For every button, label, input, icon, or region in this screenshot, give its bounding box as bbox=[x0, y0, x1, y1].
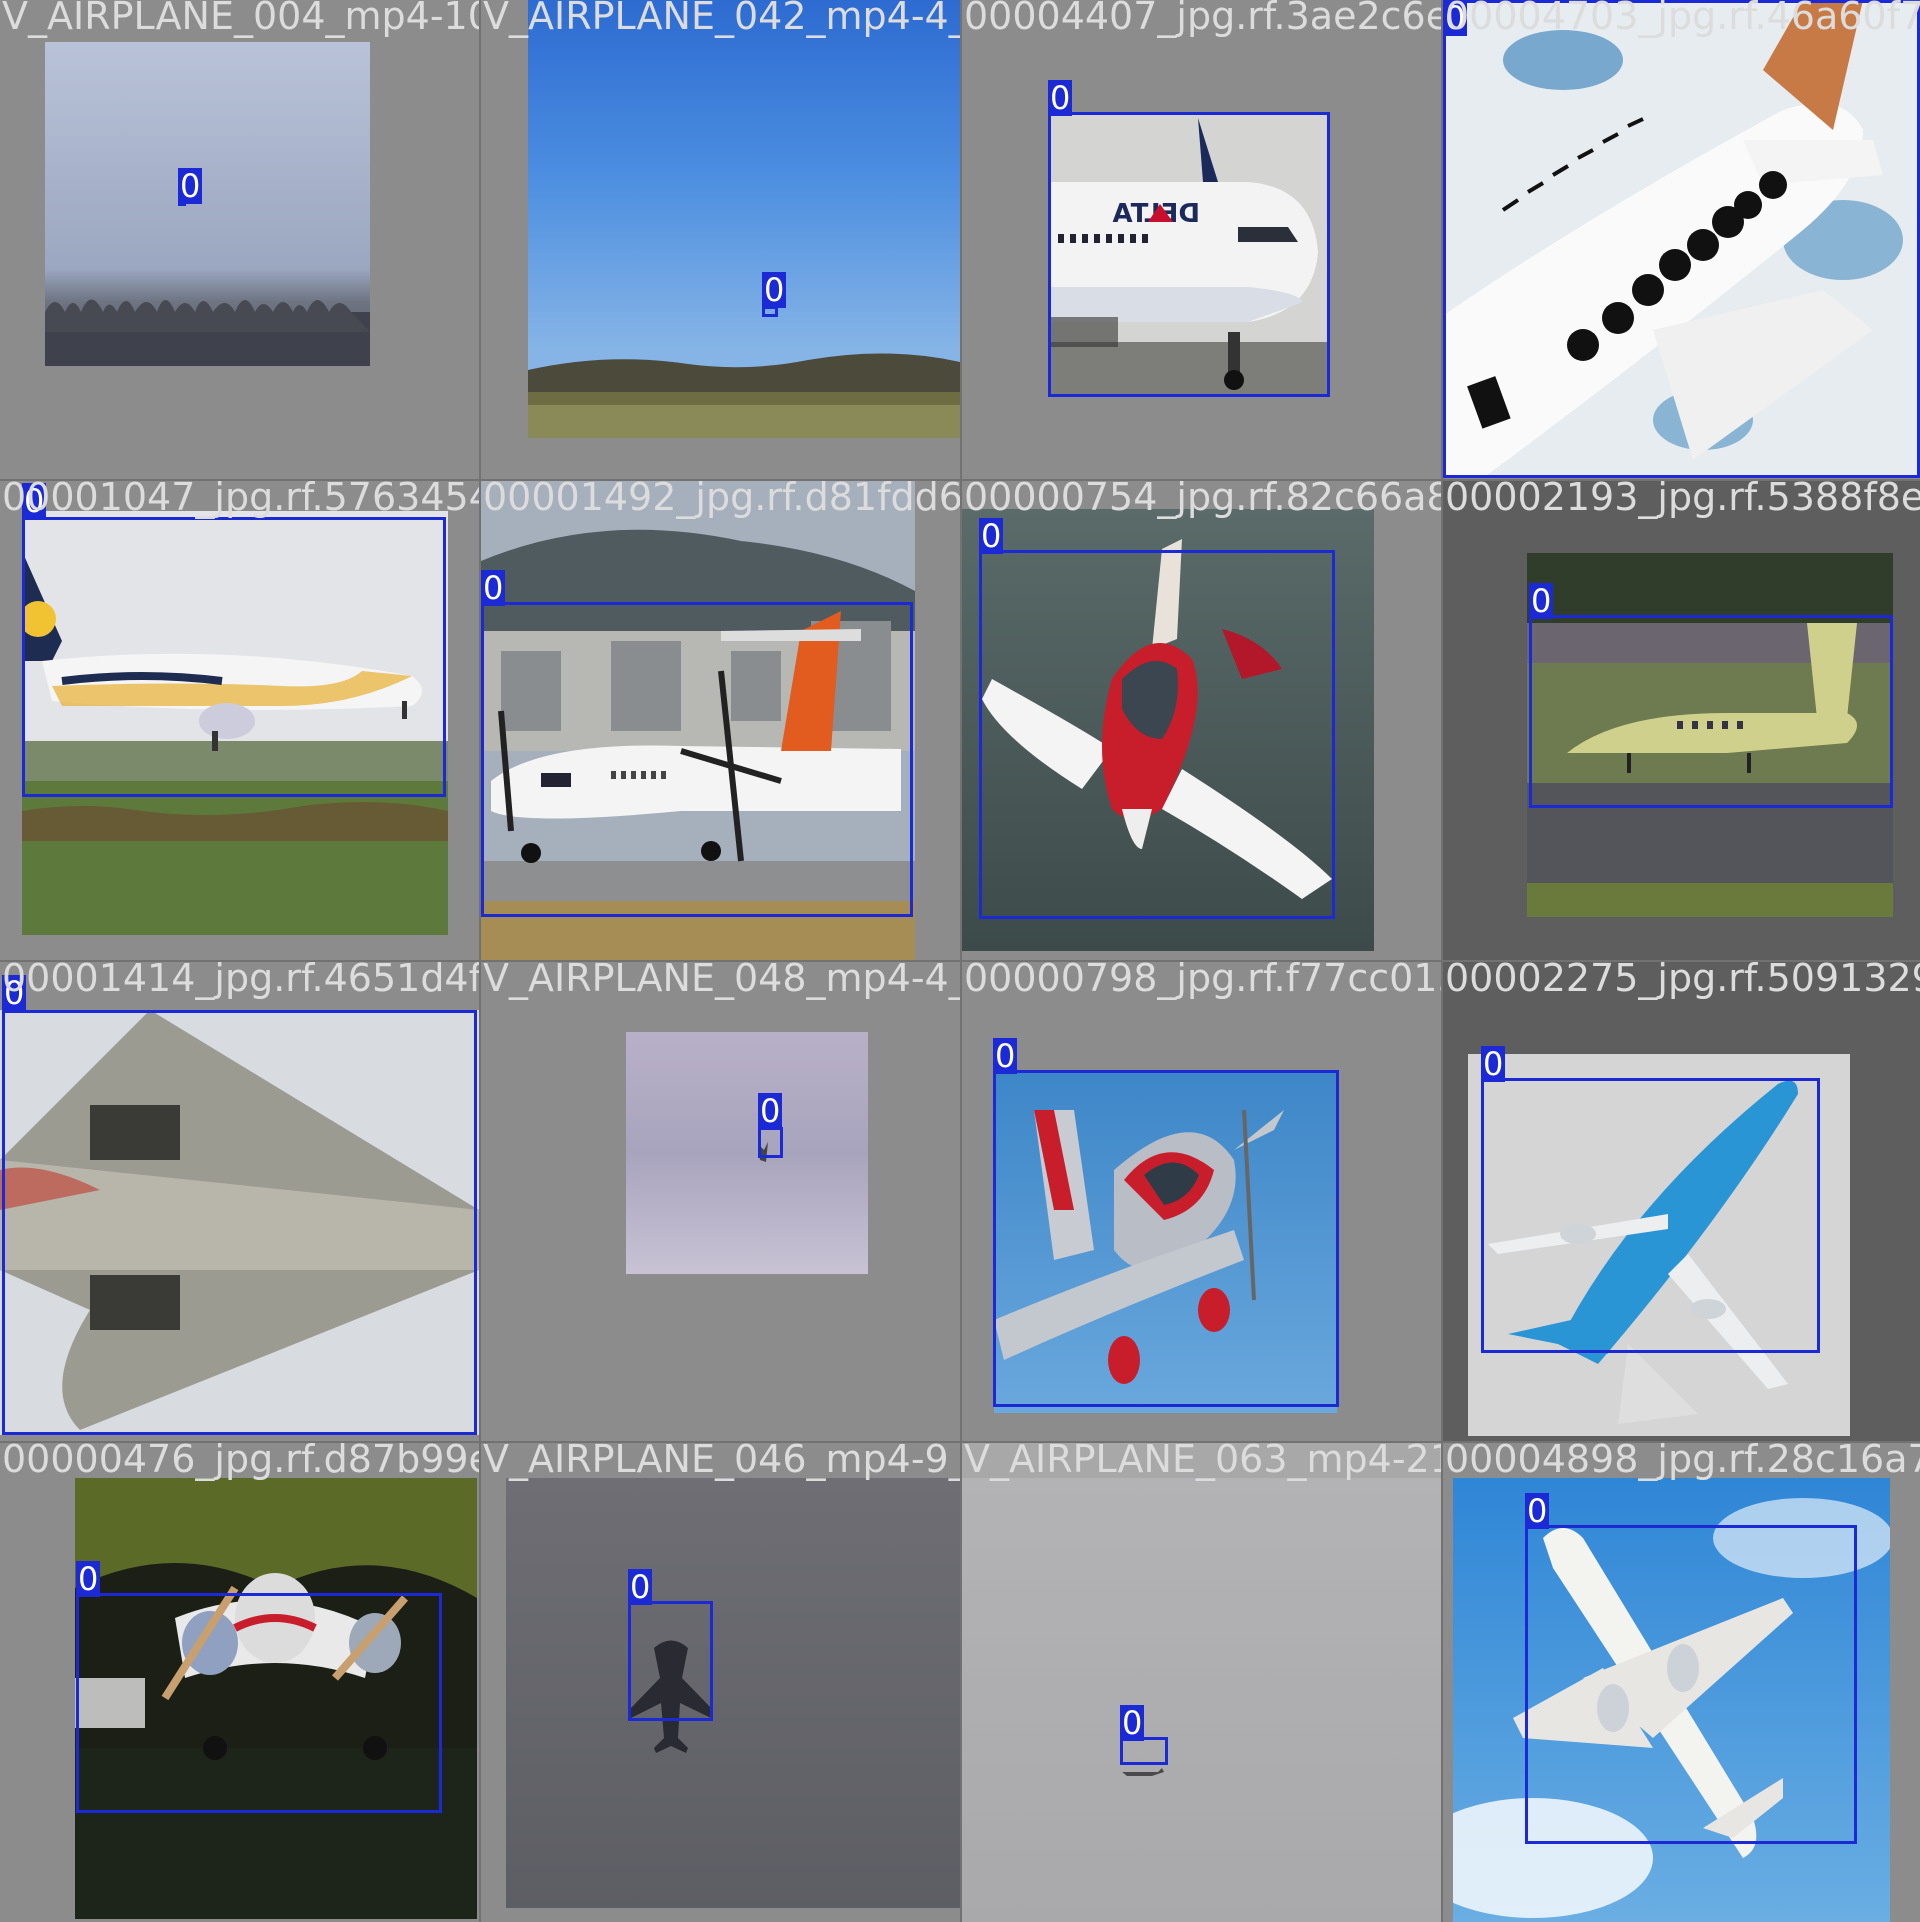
filename-label: V_AIRPLANE_042_mp4-4_jpg.rf.2440cf3aef24 bbox=[483, 0, 960, 38]
tile-6: 0 00001492_jpg.rf.d81fdd61a5f bbox=[481, 481, 960, 960]
detection-box bbox=[22, 517, 446, 797]
tile-2: 0 V_AIRPLANE_042_mp4-4_jpg.rf.2440cf3aef… bbox=[481, 0, 960, 479]
class-label: 0 bbox=[993, 1037, 1018, 1075]
tile-8: 0 00002193_jpg.rf.5388f8e403b bbox=[1443, 481, 1920, 960]
tile-13: 0 00000476_jpg.rf.d87b99e66f bbox=[0, 1443, 479, 1922]
tile-14: 0 V_AIRPLANE_046_mp4-9_jpg.rf.6fe1e37a bbox=[481, 1443, 960, 1922]
class-label: 0 bbox=[178, 167, 203, 205]
detection-box bbox=[76, 1593, 442, 1813]
detection-box bbox=[481, 602, 913, 917]
class-label: 0 bbox=[1525, 1492, 1550, 1530]
detection-box bbox=[993, 1070, 1339, 1407]
filename-label: 00001414_jpg.rf.4651d4f073 bbox=[2, 962, 479, 1000]
filename-label: 00000798_jpg.rf.f77cc015e bbox=[964, 962, 1441, 1000]
detection-box bbox=[1481, 1078, 1820, 1353]
tile-1: 0 V_AIRPLANE_004_mp4-10_jpg.rf.52d3e4266… bbox=[0, 0, 479, 479]
detection-box bbox=[628, 1601, 713, 1721]
filename-label: V_AIRPLANE_046_mp4-9_jpg.rf.6fe1e37a bbox=[483, 1443, 960, 1481]
class-label: 0 bbox=[1529, 582, 1554, 620]
filename-label: 00001047_jpg.rf.5763454e97 bbox=[2, 481, 479, 519]
class-label: 0 bbox=[758, 1092, 783, 1130]
detection-box bbox=[1443, 0, 1920, 478]
tile-4: 0 00004703_jpg.rf.46a60f7cf2e6 bbox=[1443, 0, 1920, 479]
tile-16: 0 00004898_jpg.rf.28c16a7c698 bbox=[1443, 1443, 1920, 1922]
sky-photo bbox=[962, 1478, 1441, 1922]
class-label: 0 bbox=[628, 1568, 653, 1606]
tile-15: 0 V_AIRPLANE_063_mp4-21_jpg.rf.d9f6edecc bbox=[962, 1443, 1441, 1922]
detection-box bbox=[1529, 615, 1893, 808]
filename-label: V_AIRPLANE_004_mp4-10_jpg.rf.52d3e42660 bbox=[2, 0, 479, 38]
detection-box bbox=[979, 550, 1335, 919]
tile-11: 0 00000798_jpg.rf.f77cc015e bbox=[962, 962, 1441, 1441]
class-label: 0 bbox=[1048, 79, 1073, 117]
sky-photo bbox=[528, 0, 960, 438]
class-label: 0 bbox=[979, 517, 1004, 555]
filename-label: 00002275_jpg.rf.50913298155 bbox=[1445, 962, 1920, 1000]
filename-label: 00004407_jpg.rf.3ae2c6eb2c0b0 bbox=[964, 0, 1441, 38]
filename-label: 00001492_jpg.rf.d81fdd61a5f bbox=[483, 481, 960, 519]
tile-5: 0 00001047_jpg.rf.5763454e97 bbox=[0, 481, 479, 960]
detection-box bbox=[1525, 1525, 1857, 1844]
filename-label: 00004898_jpg.rf.28c16a7c698 bbox=[1445, 1443, 1920, 1481]
tile-7: 0 00000754_jpg.rf.82c66a8bd10 bbox=[962, 481, 1441, 960]
class-label: 0 bbox=[762, 271, 787, 309]
filename-label: 00000754_jpg.rf.82c66a8bd10 bbox=[964, 481, 1441, 519]
sky-photo bbox=[506, 1478, 960, 1908]
detection-box bbox=[758, 1127, 783, 1158]
tile-10: 0 V_AIRPLANE_048_mp4-4_jpg.rf.d3e7 bbox=[481, 962, 960, 1441]
filename-label: 00004703_jpg.rf.46a60f7cf2e6 bbox=[1445, 0, 1920, 38]
class-label: 0 bbox=[76, 1560, 101, 1598]
class-label: 0 bbox=[481, 569, 506, 607]
filename-label: V_AIRPLANE_048_mp4-4_jpg.rf.d3e7 bbox=[483, 962, 960, 1000]
class-label: 0 bbox=[1120, 1704, 1145, 1742]
class-label: 0 bbox=[1481, 1045, 1506, 1083]
tile-3: DELTA 0 00004407_jpg.rf.3ae2c6eb2c0b0 bbox=[962, 0, 1441, 479]
filename-label: 00000476_jpg.rf.d87b99e66f bbox=[2, 1443, 479, 1481]
filename-label: V_AIRPLANE_063_mp4-21_jpg.rf.d9f6edecc bbox=[964, 1443, 1441, 1481]
filename-label: 00002193_jpg.rf.5388f8e403b bbox=[1445, 481, 1920, 519]
tile-12: 0 00002275_jpg.rf.50913298155 bbox=[1443, 962, 1920, 1441]
image-mosaic: 0 V_AIRPLANE_004_mp4-10_jpg.rf.52d3e4266… bbox=[0, 0, 1920, 1922]
tile-9: 0 00001414_jpg.rf.4651d4f073 bbox=[0, 962, 479, 1441]
sky-photo bbox=[45, 42, 370, 366]
detection-box bbox=[2, 1010, 477, 1435]
detection-box bbox=[1048, 112, 1330, 397]
sky-photo bbox=[626, 1032, 868, 1274]
